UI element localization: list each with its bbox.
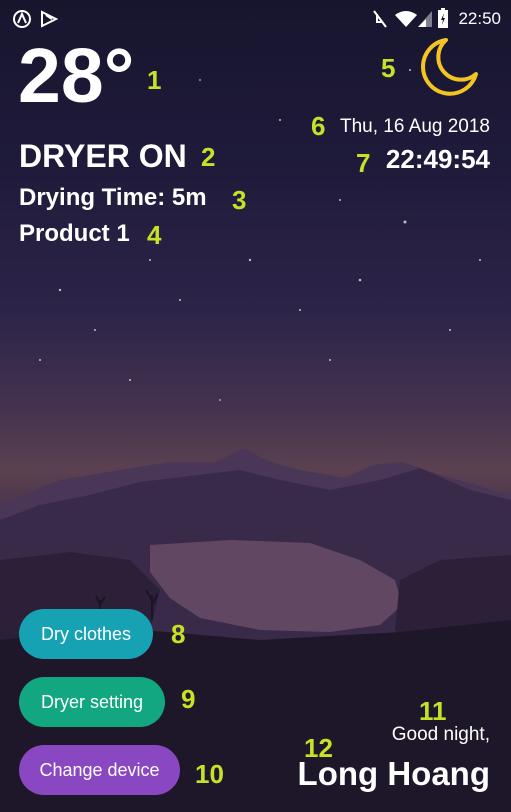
battery-charging-icon: [438, 8, 448, 28]
wifi-icon: [395, 11, 417, 27]
crescent-moon-icon: [421, 38, 478, 96]
app-screen: 22:50 28° DRYER ON Drying Time: 5m Produ…: [0, 0, 511, 812]
signal-icon: [418, 11, 432, 27]
status-bar: 22:50: [0, 0, 511, 36]
dry-clothes-button[interactable]: Dry clothes: [19, 609, 153, 659]
change-device-button[interactable]: Change device: [19, 745, 180, 795]
dryer-setting-button[interactable]: Dryer setting: [19, 677, 165, 727]
product-name: Product 1: [19, 220, 130, 247]
dry-clothes-label: Dry clothes: [40, 623, 132, 644]
annotation-marker-12: 12: [304, 733, 333, 763]
annotation-marker-4: 4: [147, 220, 162, 250]
annotation-marker-6: 6: [311, 111, 326, 141]
temperature-value: 28°: [18, 33, 135, 119]
status-time: 22:50: [458, 9, 501, 28]
change-device-label: Change device: [39, 759, 160, 780]
mute-icon: [373, 10, 387, 28]
greeting-text: Good night,: [391, 724, 490, 745]
app-notification-icon: [13, 10, 31, 28]
current-date: Thu, 16 Aug 2018: [339, 116, 490, 137]
annotation-marker-11: 11: [419, 696, 447, 726]
annotation-marker-8: 8: [171, 619, 186, 649]
annotation-marker-10: 10: [195, 759, 224, 789]
download-notification-icon: [41, 10, 58, 28]
annotation-marker-7: 7: [356, 148, 371, 178]
annotation-marker-5: 5: [381, 53, 396, 83]
drying-time: Drying Time: 5m: [19, 184, 207, 211]
current-time: 22:49:54: [385, 144, 490, 174]
dryer-status: DRYER ON: [19, 138, 187, 174]
annotation-marker-1: 1: [147, 65, 162, 95]
dryer-setting-label: Dryer setting: [40, 691, 144, 712]
annotation-marker-9: 9: [181, 684, 196, 714]
annotation-marker-2: 2: [201, 142, 216, 172]
annotation-marker-3: 3: [232, 185, 247, 215]
